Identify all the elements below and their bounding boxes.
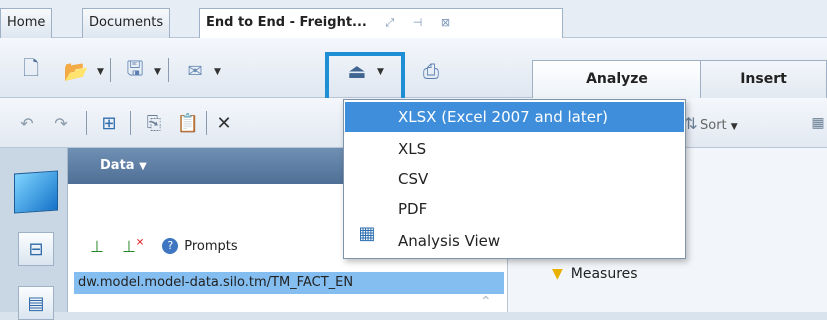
save-icon[interactable]: 🖫 bbox=[122, 56, 148, 84]
restore-icon[interactable]: ⤢ bbox=[385, 16, 394, 29]
prompts-button[interactable]: ? Prompts bbox=[162, 238, 238, 254]
tab-label: Documents bbox=[89, 15, 164, 30]
new-document-icon[interactable]: 🗋 bbox=[18, 56, 44, 84]
menu-item-label: Analysis View bbox=[398, 232, 501, 250]
chevron-down-icon[interactable]: ▼ bbox=[214, 67, 221, 77]
sort-button[interactable]: Sort ▼ bbox=[700, 118, 738, 133]
add-query-icon[interactable]: ⊥ bbox=[90, 237, 104, 256]
menu-item-csv[interactable]: CSV bbox=[345, 164, 684, 194]
data-cube-icon[interactable] bbox=[14, 170, 58, 214]
ribbon-tab-label: Insert bbox=[740, 71, 787, 87]
measures-label: Measures bbox=[570, 266, 638, 282]
calculator-icon[interactable]: ▦ bbox=[810, 112, 826, 134]
query-panel-icon[interactable]: ⊞ bbox=[96, 110, 122, 136]
remove-query-icon[interactable]: ⊥✕ bbox=[122, 237, 144, 256]
help-icon: ? bbox=[162, 238, 179, 254]
undo-icon[interactable]: ↶ bbox=[16, 112, 38, 134]
open-folder-icon[interactable]: 📂 bbox=[62, 58, 90, 84]
sort-icon[interactable]: ⇅ bbox=[684, 110, 698, 136]
toolbar-divider bbox=[168, 58, 169, 82]
menu-item-pdf[interactable]: PDF bbox=[345, 194, 684, 224]
pin-icon[interactable]: ⊣ bbox=[413, 16, 423, 29]
chevron-down-icon[interactable]: ▼ bbox=[97, 67, 104, 77]
scroll-up-icon[interactable]: ⌃ bbox=[480, 294, 492, 310]
menu-item-analysis-view[interactable]: Analysis View bbox=[345, 226, 684, 256]
toolbar-divider bbox=[86, 111, 87, 135]
tab-documents[interactable]: Documents bbox=[82, 8, 171, 38]
toolbar-divider bbox=[206, 111, 207, 135]
menu-item-label: PDF bbox=[398, 200, 428, 218]
print-icon[interactable]: ⎙ bbox=[416, 58, 446, 84]
redo-icon[interactable]: ↷ bbox=[50, 112, 72, 134]
close-icon[interactable]: ⊠ bbox=[441, 16, 450, 29]
document-structure-icon[interactable]: ▤ bbox=[18, 286, 54, 320]
menu-item-label: XLS bbox=[398, 140, 427, 158]
chevron-down-icon: ▼ bbox=[730, 122, 738, 132]
tab-label: End to End - Freight... bbox=[206, 15, 367, 30]
delete-icon[interactable]: ✕ bbox=[214, 110, 234, 136]
copy-icon[interactable]: ⎘ bbox=[142, 110, 166, 136]
tab-home[interactable]: Home bbox=[0, 8, 53, 38]
prompts-label: Prompts bbox=[184, 238, 238, 254]
tab-label: Home bbox=[7, 15, 46, 30]
menu-item-xlsx[interactable]: XLSX (Excel 2007 and later) bbox=[345, 102, 684, 132]
tab-end-to-end-freight[interactable]: End to End - Freight... ⤢ ⊣ ⊠ bbox=[199, 8, 563, 39]
menu-item-xls[interactable]: XLS bbox=[345, 134, 684, 164]
paste-icon[interactable]: 📋 bbox=[176, 110, 200, 136]
query-path-item[interactable]: dw.model.model-data.silo.tm/TM_FACT_EN bbox=[74, 272, 504, 294]
sort-label: Sort bbox=[700, 118, 727, 133]
chevron-down-icon: ▼ bbox=[139, 161, 147, 172]
menu-item-label: CSV bbox=[398, 170, 429, 188]
chevron-down-icon[interactable]: ▼ bbox=[154, 67, 161, 77]
data-panel-title: Data bbox=[100, 158, 135, 173]
measures-item[interactable]: ▼ Measures bbox=[552, 266, 638, 282]
analysis-view-icon: ▦ bbox=[358, 222, 376, 244]
tab-analyze[interactable]: Analyze bbox=[532, 60, 702, 98]
query-path-text: dw.model.model-data.silo.tm/TM_FACT_EN bbox=[78, 275, 354, 290]
ribbon-tab-label: Analyze bbox=[586, 71, 648, 87]
toolbar-divider bbox=[110, 58, 111, 82]
tab-insert[interactable]: Insert bbox=[700, 60, 827, 98]
toolbar-divider bbox=[130, 111, 131, 135]
email-icon[interactable]: ✉ bbox=[182, 58, 208, 84]
filter-icon: ▼ bbox=[552, 266, 563, 282]
export-menu: XLSX (Excel 2007 and later) XLS CSV PDF … bbox=[343, 99, 686, 259]
query-manager-icon[interactable]: ⊟ bbox=[18, 232, 54, 266]
menu-item-label: XLSX (Excel 2007 and later) bbox=[398, 108, 608, 126]
